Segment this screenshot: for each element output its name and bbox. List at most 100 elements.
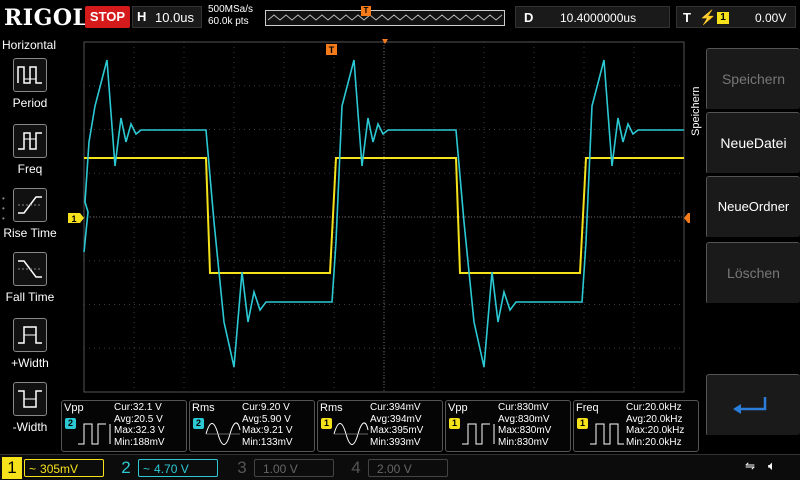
channel-4-indicator[interactable]: 4 2.00 V	[346, 457, 458, 479]
channel-scale-value: 4.70 V	[154, 462, 189, 476]
measurement-stat-row: Max:32.3 V	[114, 425, 165, 436]
ch1-level-marker: 1	[68, 213, 84, 224]
channel-scale-value: 305mV	[40, 462, 79, 476]
measurement-stat-row: Avg:5.90 V	[242, 413, 291, 425]
measurement-stat-row: Max:830mV	[498, 425, 552, 436]
coupling-ac-icon: ~	[29, 462, 37, 476]
delete-button[interactable]: Löschen	[706, 242, 800, 304]
left-measure-panel: Horizontal Period Freq • • • Rise Time Fal	[0, 36, 60, 454]
trigger-level: 0.00V	[755, 11, 787, 25]
measurement-stats: Cur:394mV Avg:394mV Max:395mV Min:393mV	[370, 402, 423, 448]
period-label: Period	[12, 96, 48, 110]
oscilloscope-screen: RIGOL STOP H 10.0us 500MSa/s 60.0k pts T…	[0, 0, 800, 480]
measurement-stat-row: Max:9.21 V	[242, 425, 293, 436]
channel-number: 4	[351, 458, 361, 477]
measure-fall-time-button[interactable]: Fall Time	[0, 250, 60, 314]
measurement-channel-badge: 2	[193, 418, 204, 429]
measurement-rms-ch2[interactable]: Rms 2 Cur:9.20 V Avg:5.90 V Max:9.21 V Min:13…	[189, 400, 315, 452]
measurement-stats: Cur:20.0kHz Avg:20.0kHz Max:20.0kHz Min:20.…	[626, 402, 684, 448]
measure-neg-width-button[interactable]: -Width	[0, 380, 60, 444]
vpp-icon	[460, 418, 498, 450]
measurement-stat-row: Max:20.0kHz	[626, 425, 685, 436]
delay-box[interactable]: D 10.4000000us	[515, 6, 670, 28]
neg-width-icon	[13, 382, 47, 416]
rms-icon	[204, 418, 242, 450]
channel-number: 1	[2, 457, 22, 479]
fall-time-label: Fall Time	[5, 290, 55, 304]
measurement-freq-ch1[interactable]: Freq 1 Cur:20.0kHz Avg:20.0kHz Max:20.0kHz Mi…	[573, 400, 699, 452]
channel-scale: ~4.70 V	[138, 459, 218, 477]
return-button[interactable]	[706, 374, 800, 436]
measurement-name: Vpp	[64, 402, 84, 414]
save-button[interactable]: Speichern	[706, 48, 800, 110]
trigger-letter: T	[683, 10, 691, 25]
freq-icon	[588, 418, 626, 450]
memory-trigger-marker: T	[361, 6, 371, 16]
measurement-stat-row: Cur:830mV	[498, 402, 549, 413]
top-status-bar: RIGOL STOP H 10.0us 500MSa/s 60.0k pts T…	[0, 0, 800, 36]
channel-number: 3	[237, 458, 247, 477]
horizontal-letter: H	[137, 9, 147, 24]
delay-letter: D	[524, 10, 534, 25]
measurement-stat-row: Min:188mV	[114, 436, 165, 448]
measurement-stat-row: Min:830mV	[498, 436, 549, 448]
new-file-button[interactable]: NeueDatei	[706, 112, 800, 174]
measurement-stat-row: Cur:9.20 V	[242, 402, 290, 413]
channel-1-indicator[interactable]: 1 ~305mV	[2, 457, 114, 479]
measurement-stat-row: Max:395mV	[370, 425, 424, 436]
waveform-grid: T 1 T	[68, 39, 700, 393]
measurement-rms-ch1[interactable]: Rms 1 Cur:394mV Avg:394mV Max:395mV Min:393mV	[317, 400, 443, 452]
measurement-channel-badge: 1	[577, 418, 588, 429]
memory-wave-icon	[267, 14, 503, 21]
rigol-logo: RIGOL	[4, 5, 89, 31]
measure-rise-time-button[interactable]: Rise Time	[0, 186, 60, 250]
rise-time-icon	[13, 188, 47, 222]
measurement-name: Freq	[576, 402, 599, 414]
measurement-stat-row: Min:20.0kHz	[626, 436, 682, 448]
measurement-stat-row: Min:393mV	[370, 436, 421, 448]
measurement-name: Vpp	[448, 402, 468, 414]
channel-bar: 1 ~305mV 2 ~4.70 V 3 1.00 V 4 2.00 V ⇋ 🔈︎	[0, 454, 800, 480]
measurement-stats: Cur:32.1 V Avg:20.5 V Max:32.3 V Min:188mV	[114, 402, 165, 448]
vpp-icon	[76, 418, 114, 450]
measure-period-button[interactable]: Period	[0, 56, 60, 120]
measurement-stat-row: Cur:394mV	[370, 402, 421, 413]
measurement-channel-badge: 1	[449, 418, 460, 429]
pos-width-icon	[13, 318, 47, 352]
channel-3-indicator[interactable]: 3 1.00 V	[232, 457, 344, 479]
delay-value: 10.4000000us	[560, 11, 637, 25]
pos-width-label: +Width	[11, 356, 49, 370]
timebase-value: 10.0us	[155, 10, 195, 25]
measurement-stat-row: Cur:20.0kHz	[626, 402, 682, 413]
measurement-vpp-ch1[interactable]: Vpp 1 Cur:830mV Avg:830mV Max:830mV Min:830mV	[445, 400, 571, 452]
measurement-stats: Cur:830mV Avg:830mV Max:830mV Min:830mV	[498, 402, 551, 448]
sample-rate: 500MSa/s	[208, 4, 254, 15]
freq-label: Freq	[17, 162, 43, 176]
new-folder-button[interactable]: NeueOrdner	[706, 176, 800, 238]
coupling-ac-icon: ~	[143, 462, 151, 476]
measure-freq-button[interactable]: Freq	[0, 122, 60, 186]
measurement-stat-row: Min:133mV	[242, 436, 293, 448]
channel-2-indicator[interactable]: 2 ~4.70 V	[116, 457, 228, 479]
measure-pos-width-button[interactable]: +Width	[0, 316, 60, 380]
menu-title: Speichern	[690, 86, 702, 136]
measurement-stat-row: Avg:20.0kHz	[626, 413, 683, 425]
measurement-stats: Cur:9.20 V Avg:5.90 V Max:9.21 V Min:133mV	[242, 402, 293, 448]
measurement-vpp-ch2[interactable]: Vpp 2 Cur:32.1 V Avg:20.5 V Max:32.3 V Min:18…	[61, 400, 187, 452]
return-icon	[733, 397, 767, 414]
speaker-mute-icon[interactable]: 🔈︎	[768, 458, 776, 474]
waveform-display[interactable]: T 1 T	[60, 36, 700, 398]
channel-scale: ~305mV	[24, 459, 104, 477]
measurement-stat-row: Avg:394mV	[370, 413, 422, 425]
fall-time-icon	[13, 252, 47, 286]
channel-scale: 2.00 V	[368, 459, 448, 477]
trigger-box[interactable]: T ⚡ 1 0.00V	[676, 6, 796, 28]
period-icon	[13, 58, 47, 92]
run-stop-button[interactable]: STOP	[85, 6, 130, 28]
measurement-name: Rms	[320, 402, 343, 414]
memory-depth: 60.0k pts	[208, 16, 249, 27]
right-softkey-menu: Speichern Speichern NeueDatei NeueOrdner…	[690, 36, 800, 454]
rms-icon	[332, 418, 370, 450]
ch1-level-label: 1	[71, 214, 76, 224]
horizontal-timebase[interactable]: H 10.0us	[132, 6, 202, 28]
